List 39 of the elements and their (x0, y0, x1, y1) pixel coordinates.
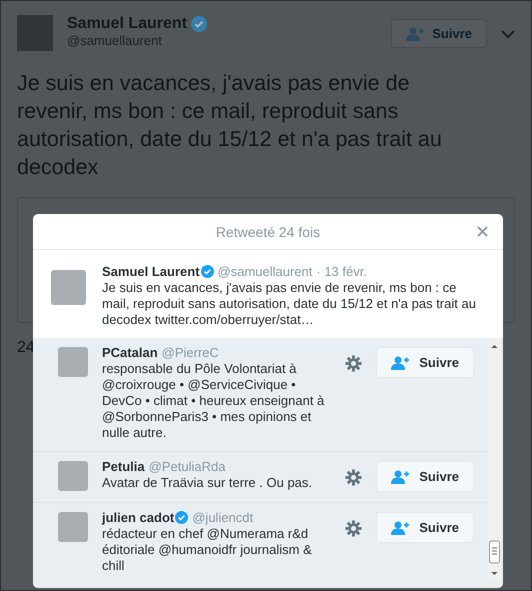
add-person-icon (391, 520, 410, 534)
retweet-count: 24 (17, 339, 35, 357)
user-bio: Avatar de Traävia sur terre . Ou pas. (102, 475, 314, 491)
add-person-icon (391, 470, 410, 484)
chevron-down-icon[interactable] (501, 29, 515, 39)
add-person-icon (391, 356, 410, 370)
tweet-date: · 13 févr. (316, 264, 367, 279)
user-handle: @PetuliaRda (148, 459, 226, 474)
add-person-icon (406, 26, 424, 40)
follow-button[interactable]: Suivre (376, 461, 474, 492)
author-name: Samuel Laurent (102, 264, 200, 279)
settings-icon[interactable] (345, 469, 362, 486)
follow-button[interactable]: Suivre (376, 512, 474, 543)
tweet-link[interactable]: twitter.com/oberruyer/stat… (154, 312, 314, 327)
user-handle: @PierreC (162, 345, 219, 360)
user-name[interactable]: PCatalan (102, 345, 158, 360)
user-handle: @juliencdt (192, 510, 254, 525)
verified-badge-icon (191, 16, 208, 32)
settings-icon[interactable] (345, 355, 362, 372)
verified-badge-icon (175, 511, 188, 524)
avatar-placeholder (58, 347, 88, 377)
user-bio: rédacteur en chef @Numerama r&d éditoriale @humanoidfr journalism & chill (102, 526, 313, 574)
avatar-placeholder (17, 15, 53, 51)
settings-icon[interactable] (345, 520, 362, 537)
verified-badge-icon (200, 265, 214, 278)
tweet-text: Je suis en vacances, j'avais pas envie de revenir, ms bon : ce mail, reproduit sans autorisation, date du 15/12 et n'a pas trait au decodex (17, 70, 443, 181)
scrollbar[interactable] (488, 338, 501, 581)
avatar-placeholder (51, 270, 86, 305)
author-name: Samuel Laurent (67, 15, 188, 33)
avatar-placeholder (58, 512, 88, 542)
follow-button[interactable]: Suivre (376, 347, 474, 378)
author-handle: @samuellaurent (218, 264, 312, 279)
close-icon[interactable] (477, 226, 488, 237)
user-bio: responsable du Pôle Volontariat à @croixrouge • @ServiceCivique • DevCo • climat • heureux enseignant à @SorbonneParis3 • mes opinions et nulle autre. (102, 361, 326, 441)
dialog-title: Retweeté 24 fois (216, 224, 320, 240)
user-name[interactable]: julien cadot (102, 510, 174, 525)
tweet-text: Je suis en vacances, j'avais pas envie de revenir, ms bon : ce mail, reproduit sans autorisation, date du 15/12 et n'a pas trait au decodex twitter.com/oberruyer/stat… (102, 280, 477, 328)
avatar-placeholder (58, 461, 88, 491)
user-name[interactable]: Petulia (102, 459, 145, 474)
